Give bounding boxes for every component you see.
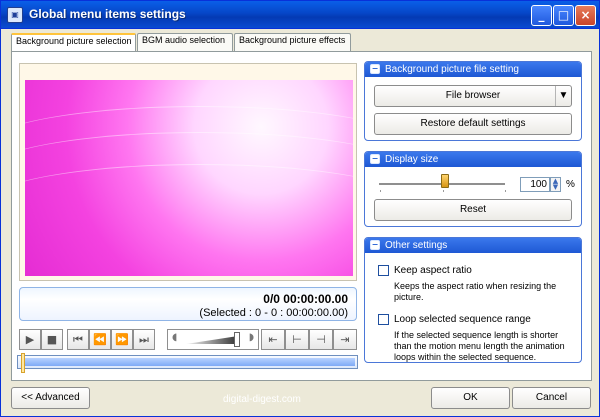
panel-header: − Display size <box>365 152 581 167</box>
file-browser-label: File browser <box>445 90 501 101</box>
stop-icon: ■ <box>46 333 58 346</box>
display-size-input[interactable]: 100 <box>520 177 550 192</box>
display-size-slider-thumb[interactable] <box>441 174 449 188</box>
mark-out-button[interactable]: ⊣ <box>309 329 333 350</box>
next-frame-icon: ⏭ <box>139 332 149 346</box>
panel-header: − Other settings <box>365 238 581 253</box>
slider-tick <box>505 190 506 192</box>
go-start-icon: ⇤ <box>268 333 278 346</box>
loop-selected-sequence-range-label[interactable]: Loop selected sequence range <box>394 314 531 325</box>
other-settings-panel: − Other settings Keep aspect ratio Keeps … <box>364 237 582 363</box>
collapse-icon[interactable]: − <box>370 240 380 250</box>
volume-level-wedge <box>186 336 238 344</box>
volume-low-icon: ◖ <box>172 332 178 343</box>
mark-out-icon: ⊣ <box>316 333 326 346</box>
tab-background-picture-effects[interactable]: Background picture effects <box>234 33 351 51</box>
pink-background-image <box>25 80 353 276</box>
reset-button[interactable]: Reset <box>374 199 572 221</box>
volume-slider[interactable]: ◖ ◗ <box>167 329 259 350</box>
background-curve <box>25 164 353 244</box>
app-logo-icon: ▣ <box>7 7 23 23</box>
play-icon: ▶ <box>25 333 35 346</box>
restore-default-settings-button[interactable]: Restore default settings <box>374 113 572 135</box>
minimize-button[interactable]: _ <box>531 5 552 26</box>
maximize-icon: □ <box>557 8 570 22</box>
background-file-setting-panel: − Background picture file setting File br… <box>364 61 582 141</box>
fast-forward-icon: ⏩ <box>115 333 129 346</box>
cancel-button[interactable]: Cancel <box>512 387 591 409</box>
display-size-spinner[interactable]: ▲ ▼ <box>550 177 561 192</box>
tab-background-picture-selection[interactable]: Background picture selection <box>11 33 136 52</box>
sequence-timeline[interactable] <box>17 353 358 373</box>
chevron-down-icon[interactable]: ▼ <box>555 86 571 106</box>
loop-description-line-3: loops within the selected sequence. <box>394 352 537 362</box>
panel-header: − Background picture file setting <box>365 62 581 77</box>
keep-aspect-ratio-description-line-1: Keeps the aspect ratio when resizing the <box>394 281 557 291</box>
go-start-button[interactable]: ⇤ <box>261 329 285 350</box>
close-button[interactable]: × <box>575 5 596 26</box>
file-browser-button[interactable]: File browser ▼ <box>374 85 572 107</box>
previous-frame-button[interactable]: ⏮ <box>67 329 89 350</box>
mark-in-icon: ⊢ <box>292 333 302 346</box>
rewind-icon: ⏪ <box>93 333 107 346</box>
loop-selected-sequence-range-checkbox[interactable] <box>378 314 389 325</box>
display-size-panel: − Display size 100 ▲ ▼ % Reset <box>364 151 582 227</box>
timecode-main: 0/0 00:00:00.00 <box>263 292 348 306</box>
go-end-button[interactable]: ⇥ <box>333 329 357 350</box>
timecode-display: 0/0 00:00:00.00 (Selected : 0 - 0 : 00:0… <box>19 287 357 321</box>
loop-description-line-2: than the motion menu length the animatio… <box>394 341 565 351</box>
background-preview <box>19 63 357 281</box>
slider-tick <box>443 190 444 192</box>
panel-title: Other settings <box>385 240 448 251</box>
panel-title: Display size <box>385 154 439 165</box>
stop-button[interactable]: ■ <box>41 329 63 350</box>
percent-label: % <box>566 179 575 190</box>
keep-aspect-ratio-label[interactable]: Keep aspect ratio <box>394 265 472 276</box>
close-icon: × <box>580 8 591 22</box>
timeline-range <box>21 358 355 366</box>
slider-tick <box>380 190 381 192</box>
timeline-position-marker[interactable] <box>21 353 25 373</box>
watermark-text: digital-digest.com <box>223 394 301 405</box>
collapse-icon[interactable]: − <box>370 64 380 74</box>
tab-bgm-audio-selection[interactable]: BGM audio selection <box>137 33 233 51</box>
loop-description-line-1: If the selected sequence length is short… <box>394 330 559 340</box>
volume-high-icon: ◗ <box>248 332 254 343</box>
volume-thumb[interactable] <box>234 332 240 347</box>
ok-button[interactable]: OK <box>431 387 510 409</box>
keep-aspect-ratio-checkbox[interactable] <box>378 265 389 276</box>
keep-aspect-ratio-description-line-2: picture. <box>394 292 424 302</box>
fast-forward-button[interactable]: ⏩ <box>111 329 133 350</box>
collapse-icon[interactable]: − <box>370 154 380 164</box>
rewind-button[interactable]: ⏪ <box>89 329 111 350</box>
advanced-button[interactable]: << Advanced <box>11 387 90 409</box>
next-frame-button[interactable]: ⏭ <box>133 329 155 350</box>
play-button[interactable]: ▶ <box>19 329 41 350</box>
maximize-button[interactable]: □ <box>553 5 574 26</box>
window-title: Global menu items settings <box>29 7 186 21</box>
panel-title: Background picture file setting <box>385 64 519 75</box>
mark-in-button[interactable]: ⊢ <box>285 329 309 350</box>
timecode-selected: (Selected : 0 - 0 : 00:00:00.00) <box>199 307 348 319</box>
previous-frame-icon: ⏮ <box>73 332 83 346</box>
minimize-icon: _ <box>538 8 545 22</box>
global-menu-items-settings-window: ▣ Global menu items settings _ □ × Backg… <box>0 0 600 417</box>
go-end-icon: ⇥ <box>340 333 350 346</box>
title-bar[interactable]: ▣ Global menu items settings _ □ × <box>1 1 599 29</box>
